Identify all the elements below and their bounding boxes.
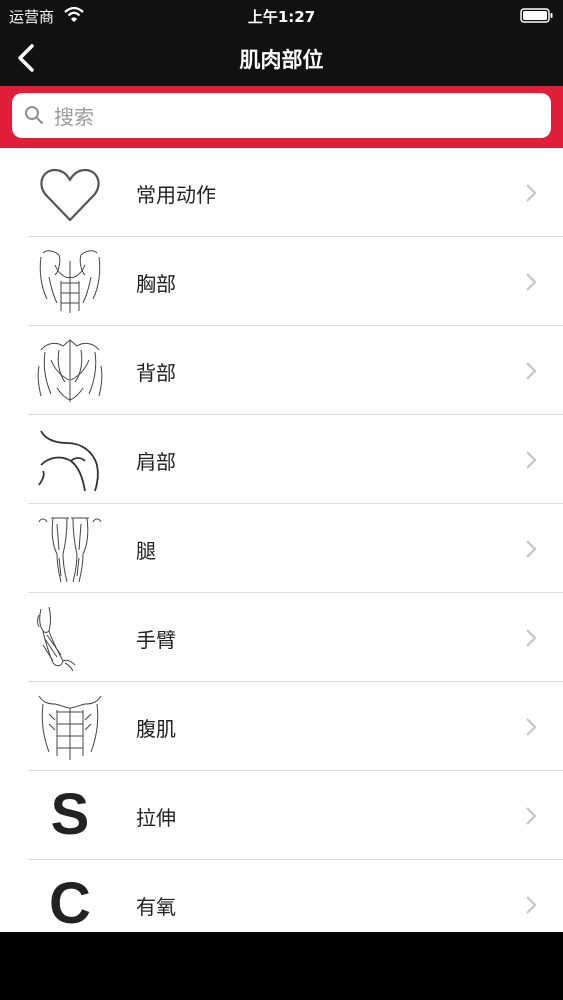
chevron-right-icon <box>526 718 537 736</box>
shoulder-icon <box>38 430 99 492</box>
list-item-abs[interactable]: 腹肌 <box>0 682 563 771</box>
status-bar: 运营商 上午1:27 <box>0 0 563 30</box>
legs-icon <box>38 517 102 583</box>
list-item-label: 常用动作 <box>136 183 216 207</box>
list-item-cardio[interactable]: C 有氧 <box>0 860 563 932</box>
list-item-stretch[interactable]: S 拉伸 <box>0 771 563 860</box>
list-item-chest[interactable]: 胸部 <box>0 237 563 326</box>
muscle-group-list: 常用动作 胸部 背部 肩部 腿 手臂 腹肌 S 拉伸 C 有氧 <box>0 148 563 932</box>
chevron-right-icon <box>526 629 537 647</box>
back-muscle-icon <box>37 339 103 402</box>
list-item-back[interactable]: 背部 <box>0 326 563 415</box>
list-item-common[interactable]: 常用动作 <box>0 148 563 237</box>
arm-icon <box>37 606 76 672</box>
list-item-label: 肩部 <box>136 450 176 474</box>
list-item-shoulder[interactable]: 肩部 <box>0 415 563 504</box>
bottom-bar <box>0 932 563 1000</box>
chevron-right-icon <box>526 184 537 202</box>
letter-c-icon: C <box>49 871 91 932</box>
letter-s-icon: S <box>50 782 90 847</box>
list-item-arms[interactable]: 手臂 <box>0 593 563 682</box>
battery-icon <box>520 8 553 23</box>
chevron-right-icon <box>526 362 537 380</box>
list-item-label: 腿 <box>136 539 156 563</box>
search-icon <box>25 106 43 124</box>
list-item-label: 有氧 <box>136 895 176 919</box>
chevron-right-icon <box>526 540 537 558</box>
list-item-label: 腹肌 <box>136 717 176 741</box>
chest-muscle-icon <box>39 250 101 313</box>
list-item-label: 手臂 <box>136 628 176 652</box>
chevron-right-icon <box>526 896 537 914</box>
list-item-label: 胸部 <box>136 272 176 296</box>
search-input[interactable] <box>52 93 536 140</box>
chevron-right-icon <box>526 807 537 825</box>
abs-icon <box>38 695 102 760</box>
page-title: 肌肉部位 <box>239 48 324 72</box>
navigation-bar: 肌肉部位 <box>0 30 563 86</box>
list-item-label: 拉伸 <box>136 806 176 830</box>
status-time: 上午1:27 <box>247 8 316 26</box>
search-box[interactable] <box>12 93 551 140</box>
chevron-right-icon <box>526 273 537 291</box>
chevron-right-icon <box>526 451 537 469</box>
search-bar <box>0 86 563 148</box>
list-item-label: 背部 <box>136 361 176 385</box>
heart-icon <box>40 168 100 222</box>
list-item-legs[interactable]: 腿 <box>0 504 563 593</box>
